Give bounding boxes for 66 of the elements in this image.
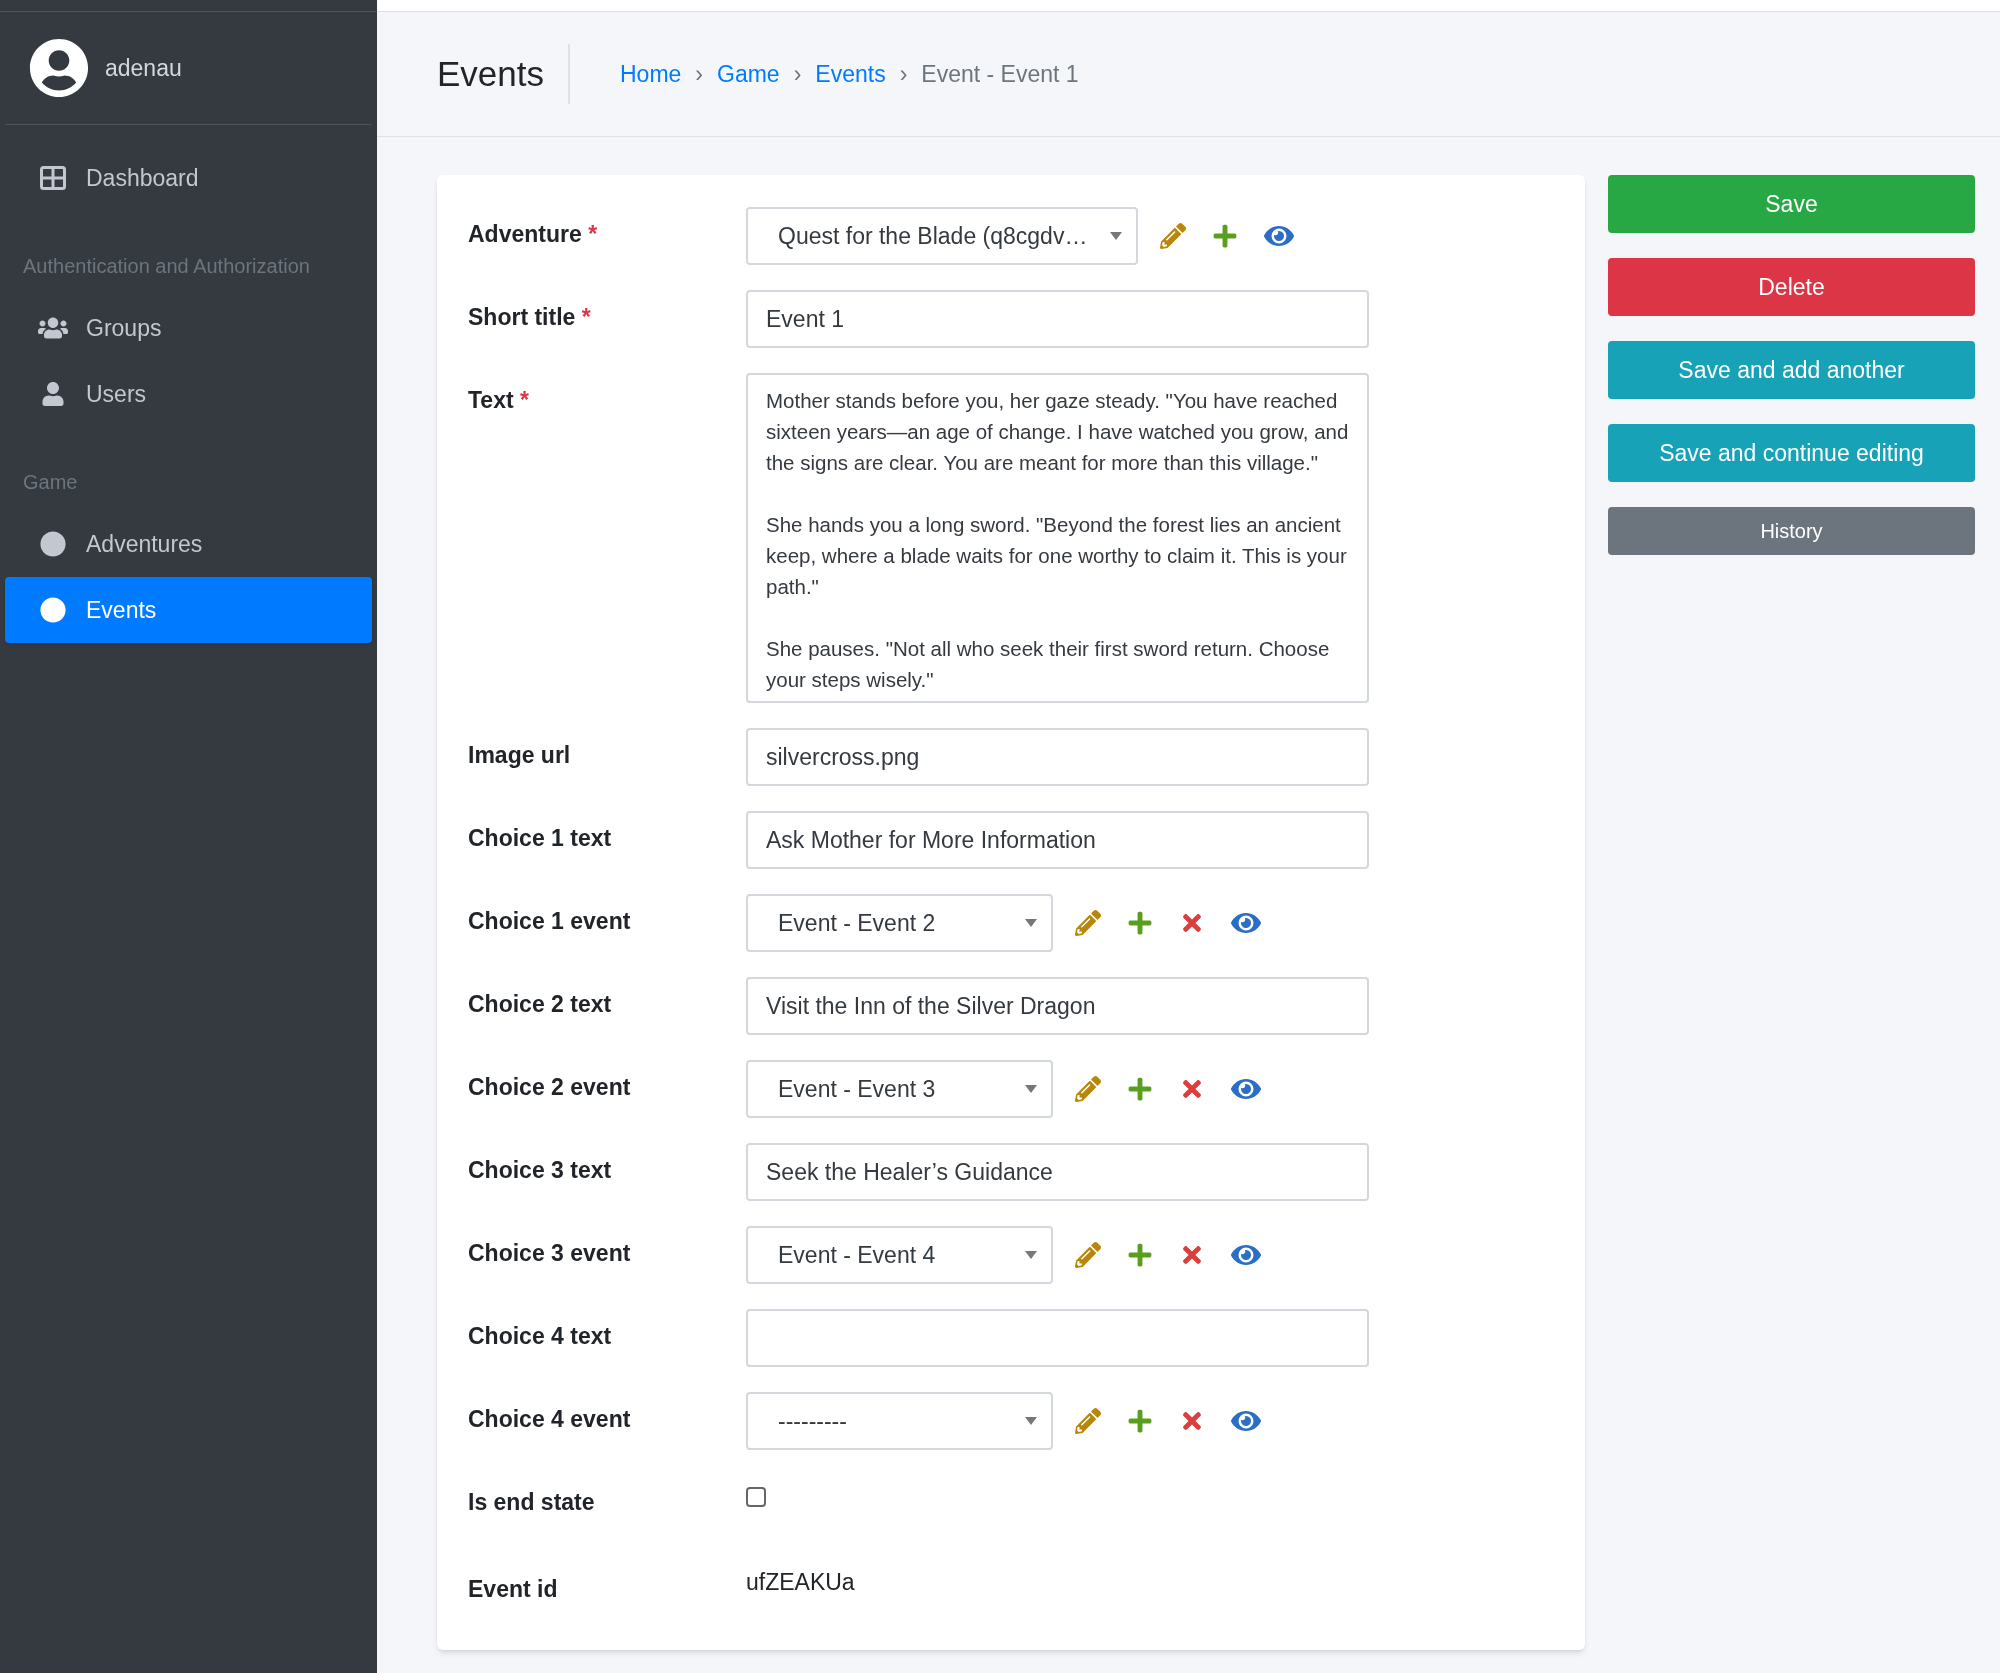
- text-field[interactable]: Seek the Healer’s Guidance: [746, 1143, 1369, 1201]
- field-label: Choice 2 event: [468, 1074, 631, 1100]
- select-field[interactable]: Quest for the Blade (q8cgdv…: [746, 207, 1138, 265]
- caret-icon: [1025, 1417, 1037, 1425]
- plus-icon[interactable]: [1127, 1242, 1153, 1268]
- field-label: Choice 1 event: [468, 908, 631, 934]
- checkbox[interactable]: [746, 1487, 766, 1507]
- field-value: ufZEAKUa: [746, 1568, 855, 1595]
- field-label: Event id: [468, 1575, 558, 1602]
- plus-icon[interactable]: [1127, 910, 1153, 936]
- history-button[interactable]: History: [1608, 507, 1975, 555]
- breadcrumb-link[interactable]: Game: [717, 56, 780, 92]
- caret-icon: [1025, 919, 1037, 927]
- pencil-icon[interactable]: [1075, 910, 1101, 936]
- field-label: Choice 3 text: [468, 1157, 612, 1183]
- nav-item[interactable]: Groups: [5, 295, 372, 361]
- caret-icon: [1110, 232, 1122, 240]
- breadcrumb-link[interactable]: Events: [815, 56, 886, 92]
- field-label: Choice 3 event: [468, 1240, 631, 1266]
- field-label: Choice 4 text: [468, 1323, 612, 1349]
- breadcrumb-separator: ›: [793, 59, 802, 89]
- breadcrumb-current: Event - Event 1: [921, 59, 1079, 89]
- text-field[interactable]: Ask Mother for More Information: [746, 811, 1369, 869]
- select-field[interactable]: Event - Event 3: [746, 1060, 1053, 1118]
- user-name[interactable]: adenau: [105, 50, 182, 86]
- field-label: Image url: [468, 742, 571, 768]
- nav-item[interactable]: Events: [5, 577, 372, 643]
- text-field[interactable]: silvercross.png: [746, 728, 1369, 786]
- pencil-icon[interactable]: [1075, 1076, 1101, 1102]
- field-label: Choice 4 event: [468, 1406, 631, 1432]
- caret-icon: [1025, 1251, 1037, 1259]
- grid-icon: [40, 166, 66, 190]
- nav-item[interactable]: Dashboard: [5, 145, 372, 211]
- section-heading: Authentication and Authorization: [22, 254, 311, 279]
- delete-button[interactable]: Delete: [1608, 258, 1975, 316]
- pencil-icon[interactable]: [1160, 223, 1186, 249]
- nav-item[interactable]: Users: [5, 361, 372, 427]
- circle-icon: [40, 531, 66, 557]
- text-area[interactable]: Mother stands before you, her gaze steady. "You have reached sixteen years—an age of change. I have watched you grow, and the signs are clear. You are meant for more than this village." She hands you a long sword. "Beyond the forest lies an ancient keep, where a blade waits for one worthy to claim it. This is your path." She pauses. "Not all who seek their first sword return. Choose your steps wisely.": [746, 373, 1369, 703]
- breadcrumb-separator: ›: [899, 59, 908, 89]
- select-field[interactable]: ---------: [746, 1392, 1053, 1450]
- pencil-icon[interactable]: [1075, 1242, 1101, 1268]
- field-label: Text *: [468, 387, 529, 413]
- text-field[interactable]: Event 1: [746, 290, 1369, 348]
- user-icon: [41, 382, 65, 406]
- text-field[interactable]: [746, 1309, 1369, 1367]
- breadcrumb-link[interactable]: Home: [620, 56, 682, 92]
- breadcrumb-separator: ›: [695, 59, 704, 89]
- nav-item[interactable]: Adventures: [5, 511, 372, 577]
- plus-icon[interactable]: [1127, 1408, 1153, 1434]
- select-field[interactable]: Event - Event 4: [746, 1226, 1053, 1284]
- field-label: Choice 1 text: [468, 825, 612, 851]
- pencil-icon[interactable]: [1075, 1408, 1101, 1434]
- field-label: Short title *: [468, 304, 591, 330]
- field-label: Is end state: [468, 1489, 595, 1515]
- page-title: Events: [437, 44, 570, 104]
- field-label: Choice 2 text: [468, 991, 612, 1017]
- section-heading: Game: [22, 470, 79, 495]
- plus-icon[interactable]: [1127, 1076, 1153, 1102]
- text-field[interactable]: Visit the Inn of the Silver Dragon: [746, 977, 1369, 1035]
- avatar-icon: [29, 38, 89, 98]
- field-label: Adventure *: [468, 221, 598, 247]
- select-field[interactable]: Event - Event 2: [746, 894, 1053, 952]
- circle-icon: [40, 597, 66, 623]
- plus-icon[interactable]: [1212, 223, 1238, 249]
- caret-icon: [1025, 1085, 1037, 1093]
